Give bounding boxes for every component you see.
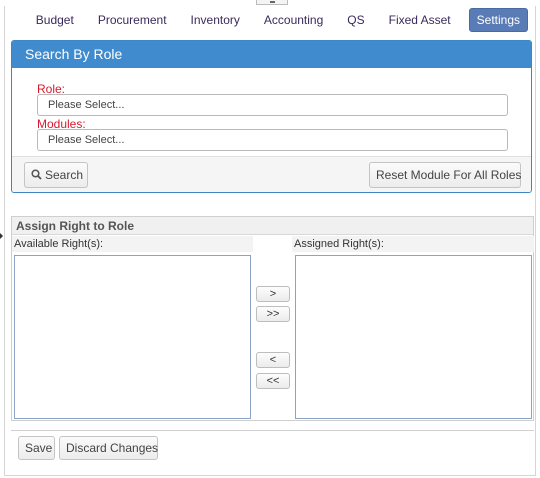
panel-footer: Search Reset Module For All Roles [12,156,531,192]
divider [11,430,534,431]
nav-qs[interactable]: QS [335,9,376,31]
modules-select[interactable]: Please Select... [37,129,508,151]
assign-right-panel: Assign Right to Role Available Right(s):… [11,216,534,421]
panel-title: Search By Role [12,41,531,68]
nav-settings[interactable]: Settings [468,8,528,32]
nav-budget[interactable]: Budget [24,9,86,31]
available-rights-list[interactable] [14,255,251,419]
nav-procurement[interactable]: Procurement [86,9,179,31]
move-all-right-button[interactable]: >> [256,306,290,322]
available-rights-label: Available Right(s): [12,236,253,252]
reset-module-button[interactable]: Reset Module For All Roles [369,162,521,188]
save-button[interactable]: Save [18,436,55,460]
assign-panel-title: Assign Right to Role [12,217,533,235]
nav-fixed-asset[interactable]: Fixed Asset [377,9,463,31]
collapse-arrow-icon[interactable] [0,233,3,239]
search-button-label: Search [45,168,84,182]
search-by-role-panel: Search By Role Role: Please Select... Mo… [11,40,532,193]
nav-inventory[interactable]: Inventory [179,9,252,31]
move-left-button[interactable]: < [256,352,290,368]
search-button[interactable]: Search [24,162,88,188]
move-all-left-button[interactable]: << [256,373,290,389]
nav-accounting[interactable]: Accounting [252,9,335,31]
role-select[interactable]: Please Select... [37,94,508,116]
move-right-button[interactable]: > [256,286,290,302]
assigned-rights-label: Assigned Right(s): [292,236,534,252]
top-grip-handle[interactable] [256,0,288,5]
top-nav: Budget Procurement Inventory Accounting … [24,8,528,32]
discard-changes-button[interactable]: Discard Changes [59,436,158,460]
assigned-rights-list[interactable] [295,255,532,419]
search-icon [31,164,42,188]
